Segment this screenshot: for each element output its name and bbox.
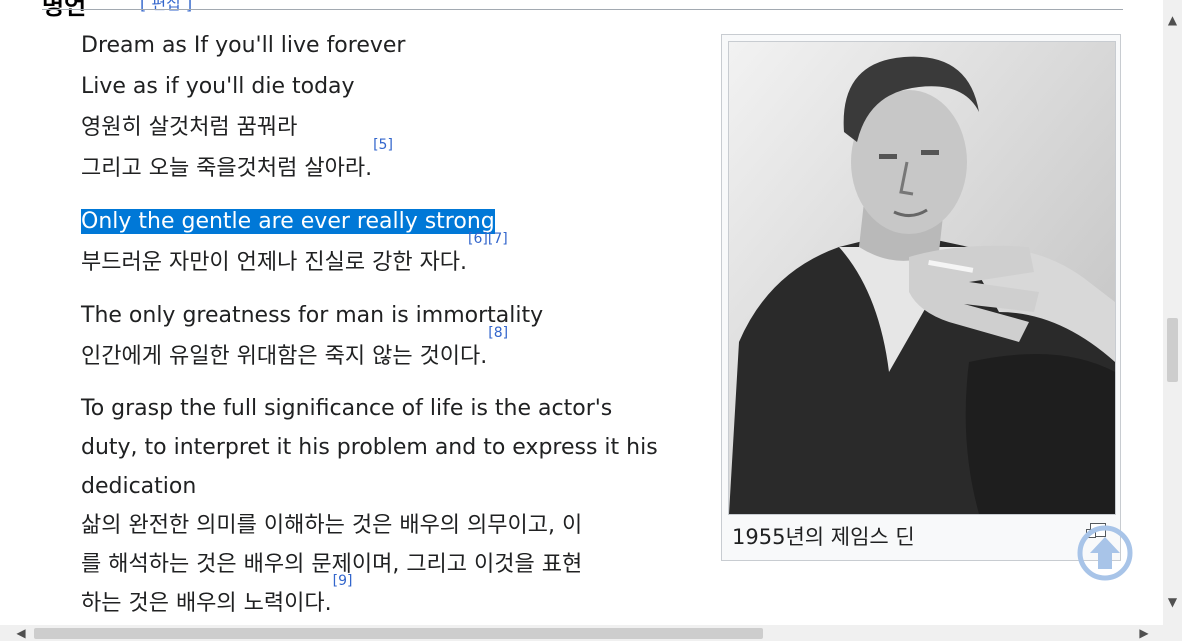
quote-line: Only the gentle are ever really strong bbox=[81, 201, 701, 242]
figure-caption: 1955년의 제임스 딘 bbox=[732, 525, 915, 549]
scrollbar-corner bbox=[1163, 625, 1182, 641]
horizontal-scroll-thumb[interactable] bbox=[34, 628, 763, 639]
quote-block: Dream as If you'll live forever Live as … bbox=[81, 25, 701, 189]
reference-link[interactable]: [9] bbox=[333, 573, 353, 589]
vertical-scroll-thumb[interactable] bbox=[1167, 318, 1178, 382]
reference-link[interactable]: [6][7] bbox=[468, 231, 508, 247]
quote-line: dedication bbox=[81, 474, 197, 499]
quote-block: Only the gentle are ever really strong 부… bbox=[81, 201, 701, 283]
quote-line: duty, to interpret it his problem and to… bbox=[81, 435, 658, 460]
quote-line: Dream as If you'll live forever bbox=[81, 33, 406, 58]
quote-line: 인간에게 유일한 위대함은 죽지 않는 것이다.[8] bbox=[81, 326, 701, 377]
quote-line: 부드러운 자만이 언제나 진실로 강한 자다.[6][7] bbox=[81, 232, 701, 283]
portrait-image-placeholder bbox=[729, 42, 1115, 514]
scroll-right-arrow-icon[interactable]: ▶ bbox=[1135, 625, 1153, 641]
figure-thumbnail: 1955년의 제임스 딘 bbox=[721, 34, 1121, 561]
quote-line-text: 하는 것은 배우의 노력이다. bbox=[81, 591, 332, 616]
quote-line-text: 부드러운 자만이 언제나 진실로 강한 자다. bbox=[81, 250, 468, 275]
scroll-down-arrow-icon[interactable]: ▼ bbox=[1163, 592, 1182, 612]
selected-text[interactable]: Only the gentle are ever really strong bbox=[81, 209, 495, 234]
arrow-up-circle-icon[interactable] bbox=[1077, 525, 1133, 581]
edit-link[interactable]: [ 편집 ] bbox=[140, 0, 192, 14]
scroll-to-top-button[interactable] bbox=[1077, 525, 1133, 581]
scroll-up-arrow-icon[interactable]: ▲ bbox=[1163, 10, 1182, 30]
quote-block: To grasp the full significance of life i… bbox=[81, 389, 701, 623]
quote-line: 삶의 완전한 의미를 이해하는 것은 배우의 의무이고, 이 bbox=[81, 513, 583, 538]
vertical-scrollbar[interactable]: ▲ ▼ bbox=[1163, 0, 1182, 626]
quote-line: To grasp the full significance of life i… bbox=[81, 396, 613, 421]
reference-link[interactable]: [5] bbox=[373, 137, 393, 153]
portrait-photo[interactable] bbox=[728, 41, 1116, 515]
quote-line: The only greatness for man is immortalit… bbox=[81, 303, 544, 328]
quote-line: 를 해석하는 것은 배우의 문제이며, 그리고 이것을 표현 bbox=[81, 552, 583, 577]
quotes-list: Dream as If you'll live forever Live as … bbox=[81, 25, 701, 635]
scroll-left-arrow-icon[interactable]: ◀ bbox=[12, 625, 30, 641]
quote-line: Live as if you'll die today bbox=[81, 74, 355, 99]
quote-line-text: 인간에게 유일한 위대함은 죽지 않는 것이다. bbox=[81, 344, 488, 369]
heading-divider bbox=[42, 9, 1123, 10]
quote-block: The only greatness for man is immortalit… bbox=[81, 295, 701, 377]
quote-line: 그리고 오늘 죽을것처럼 살아라.[5] bbox=[81, 138, 701, 189]
reference-link[interactable]: [8] bbox=[488, 325, 508, 341]
quote-line: 하는 것은 배우의 노력이다.[9] bbox=[81, 574, 701, 623]
horizontal-scrollbar[interactable]: ◀ ▶ bbox=[0, 625, 1163, 641]
section-heading: 명언 bbox=[42, 0, 87, 20]
quote-line-text: 그리고 오늘 죽을것처럼 살아라. bbox=[81, 156, 373, 181]
